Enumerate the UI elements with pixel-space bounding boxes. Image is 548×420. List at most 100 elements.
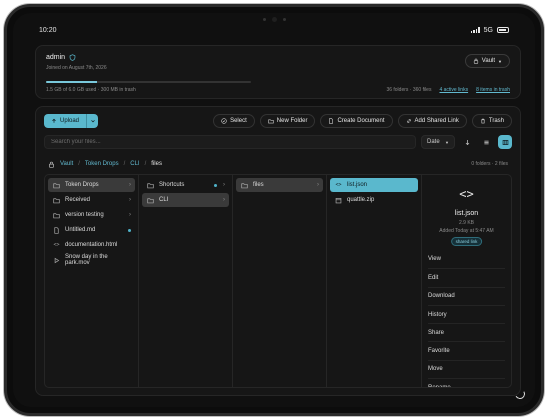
folder-icon: [53, 197, 60, 204]
camera: [254, 16, 294, 22]
item-counts: 0 folders · 2 files: [471, 161, 508, 167]
battery-icon: [497, 27, 509, 33]
breadcrumb-vault[interactable]: Vault: [60, 161, 73, 167]
list-item[interactable]: Snow day in the park.mov: [48, 253, 135, 267]
breadcrumb-token-drops[interactable]: Token Drops: [85, 161, 119, 167]
new-folder-button-label: New Folder: [276, 118, 308, 124]
list-item[interactable]: files ›: [236, 178, 323, 192]
document-icon: [53, 226, 60, 234]
trash-items-link[interactable]: 8 items in trash: [476, 87, 510, 93]
upload-button-group: Upload: [44, 114, 99, 128]
status-bar: 10:20 5G: [39, 25, 509, 35]
shield-icon: [69, 54, 76, 61]
upload-dropdown-button[interactable]: [86, 114, 98, 128]
breadcrumb-separator: /: [123, 161, 126, 167]
list-item[interactable]: Received ›: [48, 193, 135, 207]
upload-button[interactable]: Upload: [44, 114, 86, 128]
account-name: admin: [46, 54, 66, 61]
list-item[interactable]: Shortcuts ›: [142, 178, 229, 192]
chevron-down-icon: ▼: [445, 139, 449, 145]
column-3: files ›: [233, 175, 327, 387]
detail-file-name: list.json: [454, 210, 479, 217]
column-view-button[interactable]: [498, 135, 512, 149]
select-button[interactable]: Select: [213, 114, 255, 128]
lock-icon: [473, 58, 478, 64]
list-view-button[interactable]: [479, 135, 493, 149]
tablet-device: 10:20 5G admin Joined on August 7th, 202…: [4, 4, 544, 416]
chevron-right-icon: ›: [129, 197, 131, 203]
vault-button-label: Vault: [481, 58, 496, 64]
columns-icon: [502, 139, 508, 145]
column-4: <> list.json quattle.zip: [327, 175, 422, 387]
list-item-label: documentation.html: [65, 242, 118, 248]
select-button-label: Select: [230, 118, 247, 124]
folder-icon: [53, 182, 60, 189]
list-item-label: Token Drops: [65, 182, 99, 188]
breadcrumb-row: Vault / Token Drops / CLI / files 0 fold…: [48, 159, 508, 169]
link-icon: [406, 119, 411, 123]
upload-icon: [52, 118, 56, 123]
list-item-label: version testing: [65, 212, 104, 218]
add-shared-link-button[interactable]: Add Shared Link: [397, 114, 467, 128]
favorite-action[interactable]: Favorite: [428, 341, 505, 359]
detail-file-size: 2.9 KB: [458, 220, 474, 226]
edit-action[interactable]: Edit: [428, 268, 505, 286]
storage-progress-fill: [46, 81, 98, 83]
trash-button-label: Trash: [488, 118, 504, 124]
trash-button[interactable]: Trash: [471, 114, 512, 128]
code-icon: <>: [459, 187, 474, 201]
search-row: Date ▼: [44, 135, 512, 149]
active-links-link[interactable]: 4 active links: [439, 87, 468, 93]
detail-pane: <> list.json 2.9 KB Added Today at 5:47 …: [422, 175, 511, 387]
breadcrumb-separator: /: [144, 161, 147, 167]
list-item[interactable]: Untitled.md: [48, 223, 135, 237]
folder-icon: [241, 182, 248, 189]
network-label: 5G: [483, 26, 493, 34]
folder-icon: [147, 182, 154, 189]
new-folder-button[interactable]: New Folder: [259, 114, 316, 128]
screen: 10:20 5G admin Joined on August 7th, 202…: [13, 13, 535, 407]
list-item[interactable]: <> documentation.html: [48, 238, 135, 252]
archive-icon: [335, 197, 342, 204]
refresh-icon[interactable]: [513, 387, 527, 401]
move-action[interactable]: Move: [428, 359, 505, 378]
list-item-label: Received: [65, 197, 91, 203]
download-action[interactable]: Download: [428, 286, 505, 305]
list-item-label: Snow day in the park.mov: [65, 254, 108, 266]
storage-usage: 1.5 GB of 6.0 GB used · 300 MB in trash: [46, 87, 136, 93]
breadcrumb-separator: /: [78, 161, 80, 167]
joined-date: Joined on August 7th, 2026: [46, 65, 107, 71]
shared-link-badge: shared link: [450, 237, 483, 246]
lock-icon: [49, 161, 54, 168]
list-item-label: quattle.zip: [347, 197, 375, 203]
chevron-down-icon: [90, 120, 95, 123]
add-shared-link-button-label: Add Shared Link: [414, 118, 459, 124]
sort-select[interactable]: Date ▼: [421, 135, 455, 149]
account-stats: 36 folders · 360 files 4 active links 8 …: [386, 87, 510, 93]
share-action[interactable]: Share: [428, 323, 505, 341]
list-item[interactable]: CLI ›: [142, 193, 229, 207]
list-item[interactable]: <> list.json: [330, 178, 418, 192]
list-item[interactable]: version testing ›: [48, 208, 135, 222]
search-input[interactable]: [44, 135, 416, 149]
list-item[interactable]: Token Drops ›: [48, 178, 135, 192]
history-action[interactable]: History: [428, 304, 505, 323]
view-action[interactable]: View: [428, 250, 505, 268]
sort-direction-button[interactable]: [460, 135, 474, 149]
code-icon: <>: [335, 182, 342, 188]
chevron-right-icon: ›: [223, 182, 225, 188]
vault-button[interactable]: Vault ▼: [464, 54, 510, 68]
chevron-right-icon: ›: [129, 182, 131, 188]
shared-indicator-dot: [214, 183, 217, 187]
shared-indicator-dot: [128, 228, 131, 232]
breadcrumb-cli[interactable]: CLI: [130, 161, 139, 167]
trash-icon: [481, 118, 485, 124]
storage-progress: [46, 81, 251, 83]
list-item-label: Untitled.md: [65, 227, 96, 233]
list-item[interactable]: quattle.zip: [330, 193, 418, 207]
rename-action[interactable]: Rename: [428, 378, 505, 387]
chevron-right-icon: ›: [317, 182, 319, 188]
create-document-button[interactable]: Create Document: [320, 114, 393, 128]
code-icon: <>: [53, 242, 60, 248]
signal-icon: [470, 27, 480, 33]
